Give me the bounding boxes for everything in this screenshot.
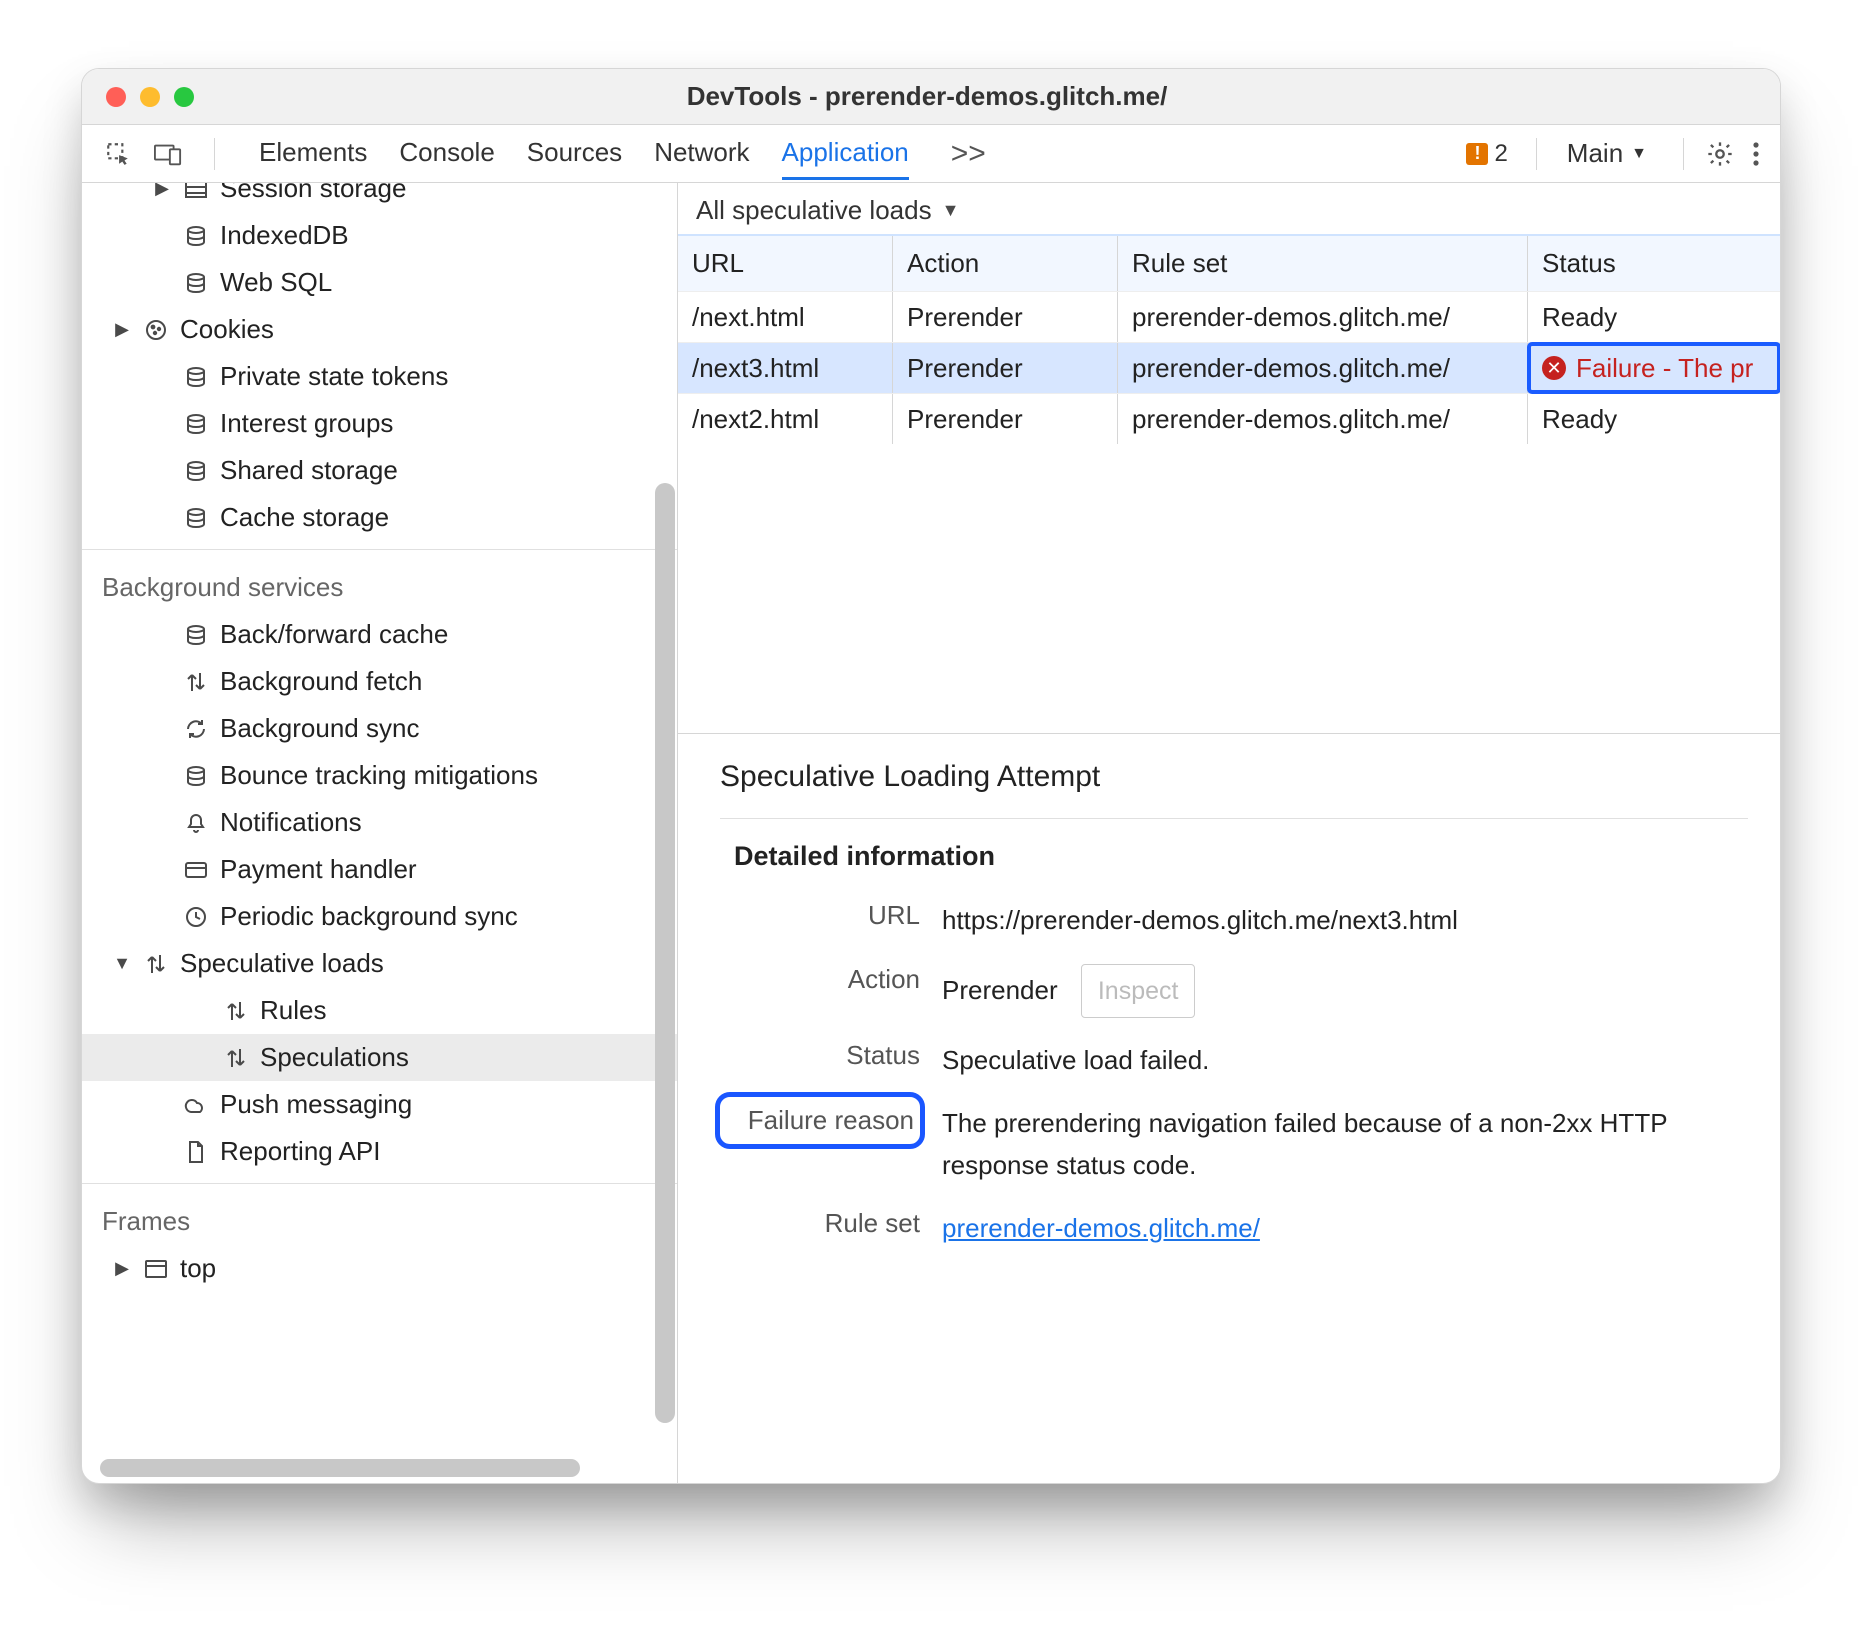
settings-gear-icon[interactable] [1706, 140, 1734, 168]
main-panel: All speculative loads ▼ URL Action Rule … [678, 183, 1780, 1483]
inspect-button[interactable]: Inspect [1081, 964, 1196, 1018]
document-icon [182, 1138, 210, 1166]
cloud-icon [182, 1091, 210, 1119]
sidebar-item-reporting-api[interactable]: Reporting API [82, 1128, 677, 1175]
sidebar-item-notifications[interactable]: Notifications [82, 799, 677, 846]
sidebar-item-bounce-tracking[interactable]: Bounce tracking mitigations [82, 752, 677, 799]
main-toolbar: Elements Console Sources Network Applica… [82, 125, 1780, 183]
sidebar-item-shared-storage[interactable]: Shared storage [82, 447, 677, 494]
table-row[interactable]: /next3.html Prerender prerender-demos.gl… [678, 342, 1780, 393]
sidebar-item-session-storage[interactable]: ▶ Session storage [82, 183, 677, 212]
sidebar-hscrollbar[interactable] [100, 1459, 580, 1477]
sidebar-item-websql[interactable]: Web SQL [82, 259, 677, 306]
database-icon [182, 504, 210, 532]
database-icon [182, 222, 210, 250]
warning-icon: ! [1466, 143, 1488, 165]
sidebar-item-speculations[interactable]: Speculations [82, 1034, 677, 1081]
arrows-updown-icon [222, 997, 250, 1025]
sidebar-item-push-messaging[interactable]: Push messaging [82, 1081, 677, 1128]
window-minimize-button[interactable] [140, 87, 160, 107]
window-icon [142, 1255, 170, 1283]
tab-console[interactable]: Console [399, 127, 494, 180]
sidebar-item-cache-storage[interactable]: Cache storage [82, 494, 677, 541]
tab-application[interactable]: Application [782, 127, 909, 180]
application-sidebar: ▶ Session storage IndexedDB Web SQL ▶ [82, 183, 678, 1483]
sidebar-item-private-state-tokens[interactable]: Private state tokens [82, 353, 677, 400]
table-row[interactable]: /next2.html Prerender prerender-demos.gl… [678, 393, 1780, 444]
speculative-loads-table: URL Action Rule set Status /next.html Pr… [678, 234, 1780, 734]
database-icon [182, 621, 210, 649]
table-header: URL Action Rule set Status [678, 236, 1780, 291]
window-controls [82, 87, 194, 107]
credit-card-icon [182, 856, 210, 884]
database-icon [182, 410, 210, 438]
detail-heading: Speculative Loading Attempt [720, 760, 1748, 794]
sidebar-item-speculative-loads[interactable]: ▼ Speculative loads [82, 940, 677, 987]
value-failure-reason: The prerendering navigation failed becau… [942, 1097, 1748, 1186]
detail-subheading: Detailed information [734, 841, 1748, 872]
cookie-icon [142, 316, 170, 344]
sync-icon [182, 715, 210, 743]
device-toolbar-icon[interactable] [154, 140, 182, 168]
bell-icon [182, 809, 210, 837]
column-action[interactable]: Action [893, 236, 1118, 291]
column-status[interactable]: Status [1528, 236, 1780, 291]
label-url: URL [720, 894, 920, 931]
database-icon [182, 457, 210, 485]
error-icon: ✕ [1542, 356, 1566, 380]
column-url[interactable]: URL [678, 236, 893, 291]
inspect-element-icon[interactable] [104, 140, 132, 168]
issues-counter[interactable]: ! 2 [1466, 140, 1507, 168]
value-url: https://prerender-demos.glitch.me/next3.… [942, 894, 1748, 942]
sidebar-item-periodic-sync[interactable]: Periodic background sync [82, 893, 677, 940]
more-menu-icon[interactable] [1752, 140, 1760, 168]
clock-icon [182, 903, 210, 931]
window-titlebar: DevTools - prerender-demos.glitch.me/ [82, 69, 1780, 125]
target-selector[interactable]: Main ▼ [1559, 138, 1655, 169]
label-failure-reason: Failure reason [720, 1097, 920, 1144]
sidebar-section-frames: Frames [82, 1198, 677, 1245]
sidebar-section-background-services: Background services [82, 564, 677, 611]
label-ruleset: Rule set [720, 1202, 920, 1239]
value-action: Prerender [942, 975, 1058, 1005]
sidebar-item-cookies[interactable]: ▶ Cookies [82, 306, 677, 353]
value-status: Speculative load failed. [942, 1034, 1748, 1082]
tab-network[interactable]: Network [654, 127, 749, 180]
devtools-window: DevTools - prerender-demos.glitch.me/ El… [81, 68, 1781, 1484]
detail-panel: Speculative Loading Attempt Detailed inf… [678, 734, 1780, 1483]
status-text: Failure - The pr [1576, 353, 1753, 384]
filter-dropdown[interactable]: All speculative loads ▼ [678, 183, 1780, 234]
sidebar-item-indexeddb[interactable]: IndexedDB [82, 212, 677, 259]
window-zoom-button[interactable] [174, 87, 194, 107]
sidebar-scrollbar[interactable] [655, 183, 675, 1483]
database-icon [182, 762, 210, 790]
tabs-overflow-button[interactable]: >> [951, 137, 986, 171]
arrows-updown-icon [142, 950, 170, 978]
storage-stack-icon [182, 183, 210, 203]
arrows-updown-icon [182, 668, 210, 696]
ruleset-link[interactable]: prerender-demos.glitch.me/ [942, 1213, 1260, 1243]
sidebar-item-rules[interactable]: Rules [82, 987, 677, 1034]
window-close-button[interactable] [106, 87, 126, 107]
label-action: Action [720, 958, 920, 995]
tab-elements[interactable]: Elements [259, 127, 367, 180]
chevron-down-icon: ▼ [1631, 145, 1647, 163]
window-title: DevTools - prerender-demos.glitch.me/ [687, 81, 1288, 112]
sidebar-item-background-sync[interactable]: Background sync [82, 705, 677, 752]
sidebar-item-bf-cache[interactable]: Back/forward cache [82, 611, 677, 658]
sidebar-item-frames-top[interactable]: ▶ top [82, 1245, 677, 1292]
table-row[interactable]: /next.html Prerender prerender-demos.gli… [678, 291, 1780, 342]
chevron-down-icon: ▼ [942, 200, 960, 221]
issues-count: 2 [1494, 140, 1507, 168]
sidebar-item-payment-handler[interactable]: Payment handler [82, 846, 677, 893]
label-status: Status [720, 1034, 920, 1071]
sidebar-item-background-fetch[interactable]: Background fetch [82, 658, 677, 705]
arrows-updown-icon [222, 1044, 250, 1072]
column-ruleset[interactable]: Rule set [1118, 236, 1528, 291]
tab-sources[interactable]: Sources [527, 127, 622, 180]
database-icon [182, 363, 210, 391]
sidebar-item-interest-groups[interactable]: Interest groups [82, 400, 677, 447]
database-icon [182, 269, 210, 297]
